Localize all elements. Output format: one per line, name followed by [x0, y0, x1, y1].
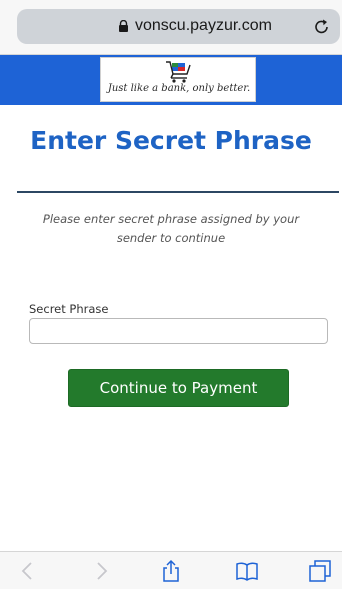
continue-to-payment-button[interactable]: Continue to Payment — [68, 369, 289, 407]
logo: Just like a bank, only better. — [100, 57, 256, 102]
share-icon[interactable] — [159, 559, 183, 583]
bookmarks-icon[interactable] — [235, 559, 259, 583]
url-text[interactable]: vonscu.payzur.com — [135, 17, 272, 35]
shopping-cart-icon — [166, 61, 191, 83]
lock-icon — [119, 20, 128, 32]
forward-icon[interactable] — [89, 559, 113, 583]
tabs-icon[interactable] — [308, 559, 332, 583]
browser-toolbar — [0, 551, 342, 589]
secret-phrase-input[interactable] — [29, 318, 328, 344]
page-title: Enter Secret Phrase — [30, 126, 312, 155]
brand-banner: Just like a bank, only better. — [0, 55, 342, 105]
title-divider — [17, 191, 339, 193]
reload-icon[interactable] — [312, 17, 332, 37]
secret-phrase-label: Secret Phrase — [29, 302, 109, 316]
back-icon[interactable] — [16, 559, 40, 583]
browser-address-area: vonscu.payzur.com — [0, 0, 342, 55]
url-bar[interactable]: vonscu.payzur.com — [17, 9, 340, 44]
instructions-text: Please enter secret phrase assigned by y… — [42, 212, 300, 245]
brand-tagline: Just like a bank, only better. — [107, 83, 251, 94]
